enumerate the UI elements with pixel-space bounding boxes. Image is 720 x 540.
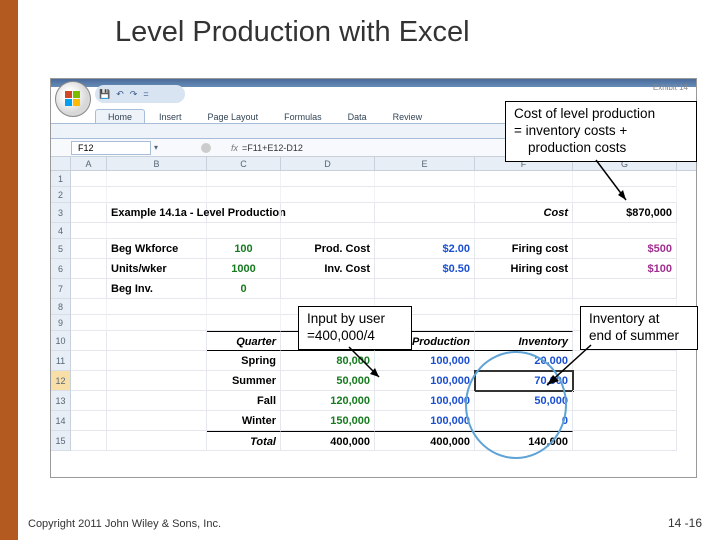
cell-hiring[interactable]: $100 bbox=[573, 259, 677, 279]
arrow-inventory-icon bbox=[541, 345, 601, 395]
tab-review[interactable]: Review bbox=[381, 110, 435, 123]
name-box[interactable]: F12 bbox=[71, 141, 151, 155]
logo-q4 bbox=[73, 99, 80, 106]
logo-q3 bbox=[65, 99, 72, 106]
cell-total[interactable]: Total bbox=[207, 431, 281, 451]
rowhdr-14[interactable]: 14 bbox=[51, 411, 71, 431]
name-box-value: F12 bbox=[78, 143, 94, 153]
row-5: 5 Beg Wkforce100Prod. Cost$2.00Firing cos… bbox=[51, 239, 696, 259]
ribbon-tabs: Home Insert Page Layout Formulas Data Re… bbox=[95, 107, 434, 123]
cell-fall-p[interactable]: 100,000 bbox=[375, 391, 475, 411]
rowhdr-13[interactable]: 13 bbox=[51, 391, 71, 411]
equals-icon[interactable]: = bbox=[143, 89, 148, 99]
cell-beginv-lbl[interactable]: Beg Inv. bbox=[107, 279, 207, 299]
cell-winter-d[interactable]: 150,000 bbox=[281, 411, 375, 431]
row-14: 14Winter150,000100,0000 bbox=[51, 411, 696, 431]
rowhdr-1[interactable]: 1 bbox=[51, 171, 71, 187]
tab-formulas[interactable]: Formulas bbox=[272, 110, 334, 123]
col-E[interactable]: E bbox=[375, 157, 475, 170]
tab-insert[interactable]: Insert bbox=[147, 110, 194, 123]
cell-invcost[interactable]: $0.50 bbox=[375, 259, 475, 279]
callout-cost-line3: production costs bbox=[514, 140, 688, 157]
cell-firing-lbl[interactable]: Firing cost bbox=[475, 239, 573, 259]
rowhdr-15[interactable]: 15 bbox=[51, 431, 71, 451]
tab-data[interactable]: Data bbox=[336, 110, 379, 123]
logo-q2 bbox=[73, 91, 80, 98]
formula-bar[interactable]: =F11+E12-D12 bbox=[242, 143, 303, 153]
rowhdr-6[interactable]: 6 bbox=[51, 259, 71, 279]
name-box-dropdown-icon[interactable]: ▾ bbox=[151, 143, 161, 152]
office-logo-icon bbox=[64, 90, 82, 108]
cell-total-d[interactable]: 400,000 bbox=[281, 431, 375, 451]
cell-cost-label[interactable]: Cost bbox=[475, 203, 573, 223]
office-button[interactable] bbox=[55, 81, 91, 117]
cell-invcost-lbl[interactable]: Inv. Cost bbox=[281, 259, 375, 279]
rowhdr-12[interactable]: 12 bbox=[51, 371, 71, 391]
rowhdr-2[interactable]: 2 bbox=[51, 187, 71, 203]
hdr-quarter[interactable]: Quarter bbox=[207, 331, 281, 351]
rowhdr-7[interactable]: 7 bbox=[51, 279, 71, 299]
cell-prodcost-lbl[interactable]: Prod. Cost bbox=[281, 239, 375, 259]
cell-fall-d[interactable]: 120,000 bbox=[281, 391, 375, 411]
callout-cost-line2: = inventory costs + bbox=[514, 123, 688, 140]
col-C[interactable]: C bbox=[207, 157, 281, 170]
cell-winter[interactable]: Winter bbox=[207, 411, 281, 431]
rowhdr-8[interactable]: 8 bbox=[51, 299, 71, 315]
exhibit-label: Exhibit 14 bbox=[653, 83, 688, 92]
cell-units-lbl[interactable]: Units/wker bbox=[107, 259, 207, 279]
redo-icon[interactable]: ↷ bbox=[130, 89, 138, 100]
fx-separator-icon bbox=[201, 143, 211, 153]
callout-input-line1: Input by user bbox=[307, 311, 403, 328]
logo-q1 bbox=[65, 91, 72, 98]
tab-page-layout[interactable]: Page Layout bbox=[196, 110, 271, 123]
cell-title[interactable]: Example 14.1a - Level Production bbox=[107, 203, 207, 223]
cell-beg-wkforce[interactable]: 100 bbox=[207, 239, 281, 259]
rowhdr-4[interactable]: 4 bbox=[51, 223, 71, 239]
row-6: 6 Units/wker1000Inv. Cost$0.50Hiring cost… bbox=[51, 259, 696, 279]
rowhdr-3[interactable]: 3 bbox=[51, 203, 71, 223]
slide-number: 14 -16 bbox=[668, 516, 702, 530]
row-15: 15Total400,000400,000140,000 bbox=[51, 431, 696, 451]
save-icon[interactable]: 💾 bbox=[99, 89, 110, 100]
col-D[interactable]: D bbox=[281, 157, 375, 170]
col-B[interactable]: B bbox=[107, 157, 207, 170]
undo-icon[interactable]: ↶ bbox=[116, 89, 124, 100]
callout-inv-line1: Inventory at bbox=[589, 311, 689, 328]
arrow-cost-icon bbox=[586, 160, 646, 210]
tab-home[interactable]: Home bbox=[95, 109, 145, 123]
cell-firing[interactable]: $500 bbox=[573, 239, 677, 259]
rowhdr-5[interactable]: 5 bbox=[51, 239, 71, 259]
quick-access-toolbar: 💾 ↶ ↷ = bbox=[95, 85, 185, 103]
cell-units[interactable]: 1000 bbox=[207, 259, 281, 279]
cell-summer[interactable]: Summer bbox=[207, 371, 281, 391]
slide-title: Level Production with Excel bbox=[115, 16, 470, 49]
copyright-text: Copyright 2011 John Wiley & Sons, Inc. bbox=[28, 518, 221, 530]
row-4: 4 bbox=[51, 223, 696, 239]
cell-total-p[interactable]: 400,000 bbox=[375, 431, 475, 451]
callout-cost-line1: Cost of level production bbox=[514, 106, 688, 123]
cell-spring[interactable]: Spring bbox=[207, 351, 281, 371]
cell-fall[interactable]: Fall bbox=[207, 391, 281, 411]
cell-beginv[interactable]: 0 bbox=[207, 279, 281, 299]
col-A[interactable]: A bbox=[71, 157, 107, 170]
callout-inv-line2: end of summer bbox=[589, 328, 689, 345]
cell-prodcost[interactable]: $2.00 bbox=[375, 239, 475, 259]
rowhdr-11[interactable]: 11 bbox=[51, 351, 71, 371]
row-7: 7 Beg Inv.0 bbox=[51, 279, 696, 299]
rowhdr-10[interactable]: 10 bbox=[51, 331, 71, 351]
slide-left-border bbox=[0, 0, 18, 540]
cell-hiring-lbl[interactable]: Hiring cost bbox=[475, 259, 573, 279]
cell-beg-wkforce-lbl[interactable]: Beg Wkforce bbox=[107, 239, 207, 259]
callout-input: Input by user =400,000/4 bbox=[298, 306, 412, 350]
fx-icon[interactable]: fx bbox=[231, 143, 238, 153]
rowhdr-9[interactable]: 9 bbox=[51, 315, 71, 331]
callout-cost: Cost of level production = inventory cos… bbox=[505, 101, 697, 162]
arrow-input-icon bbox=[339, 347, 399, 387]
callout-input-line2: =400,000/4 bbox=[307, 328, 403, 345]
cell-winter-p[interactable]: 100,000 bbox=[375, 411, 475, 431]
callout-inventory: Inventory at end of summer bbox=[580, 306, 698, 350]
select-all-corner[interactable] bbox=[51, 157, 71, 170]
